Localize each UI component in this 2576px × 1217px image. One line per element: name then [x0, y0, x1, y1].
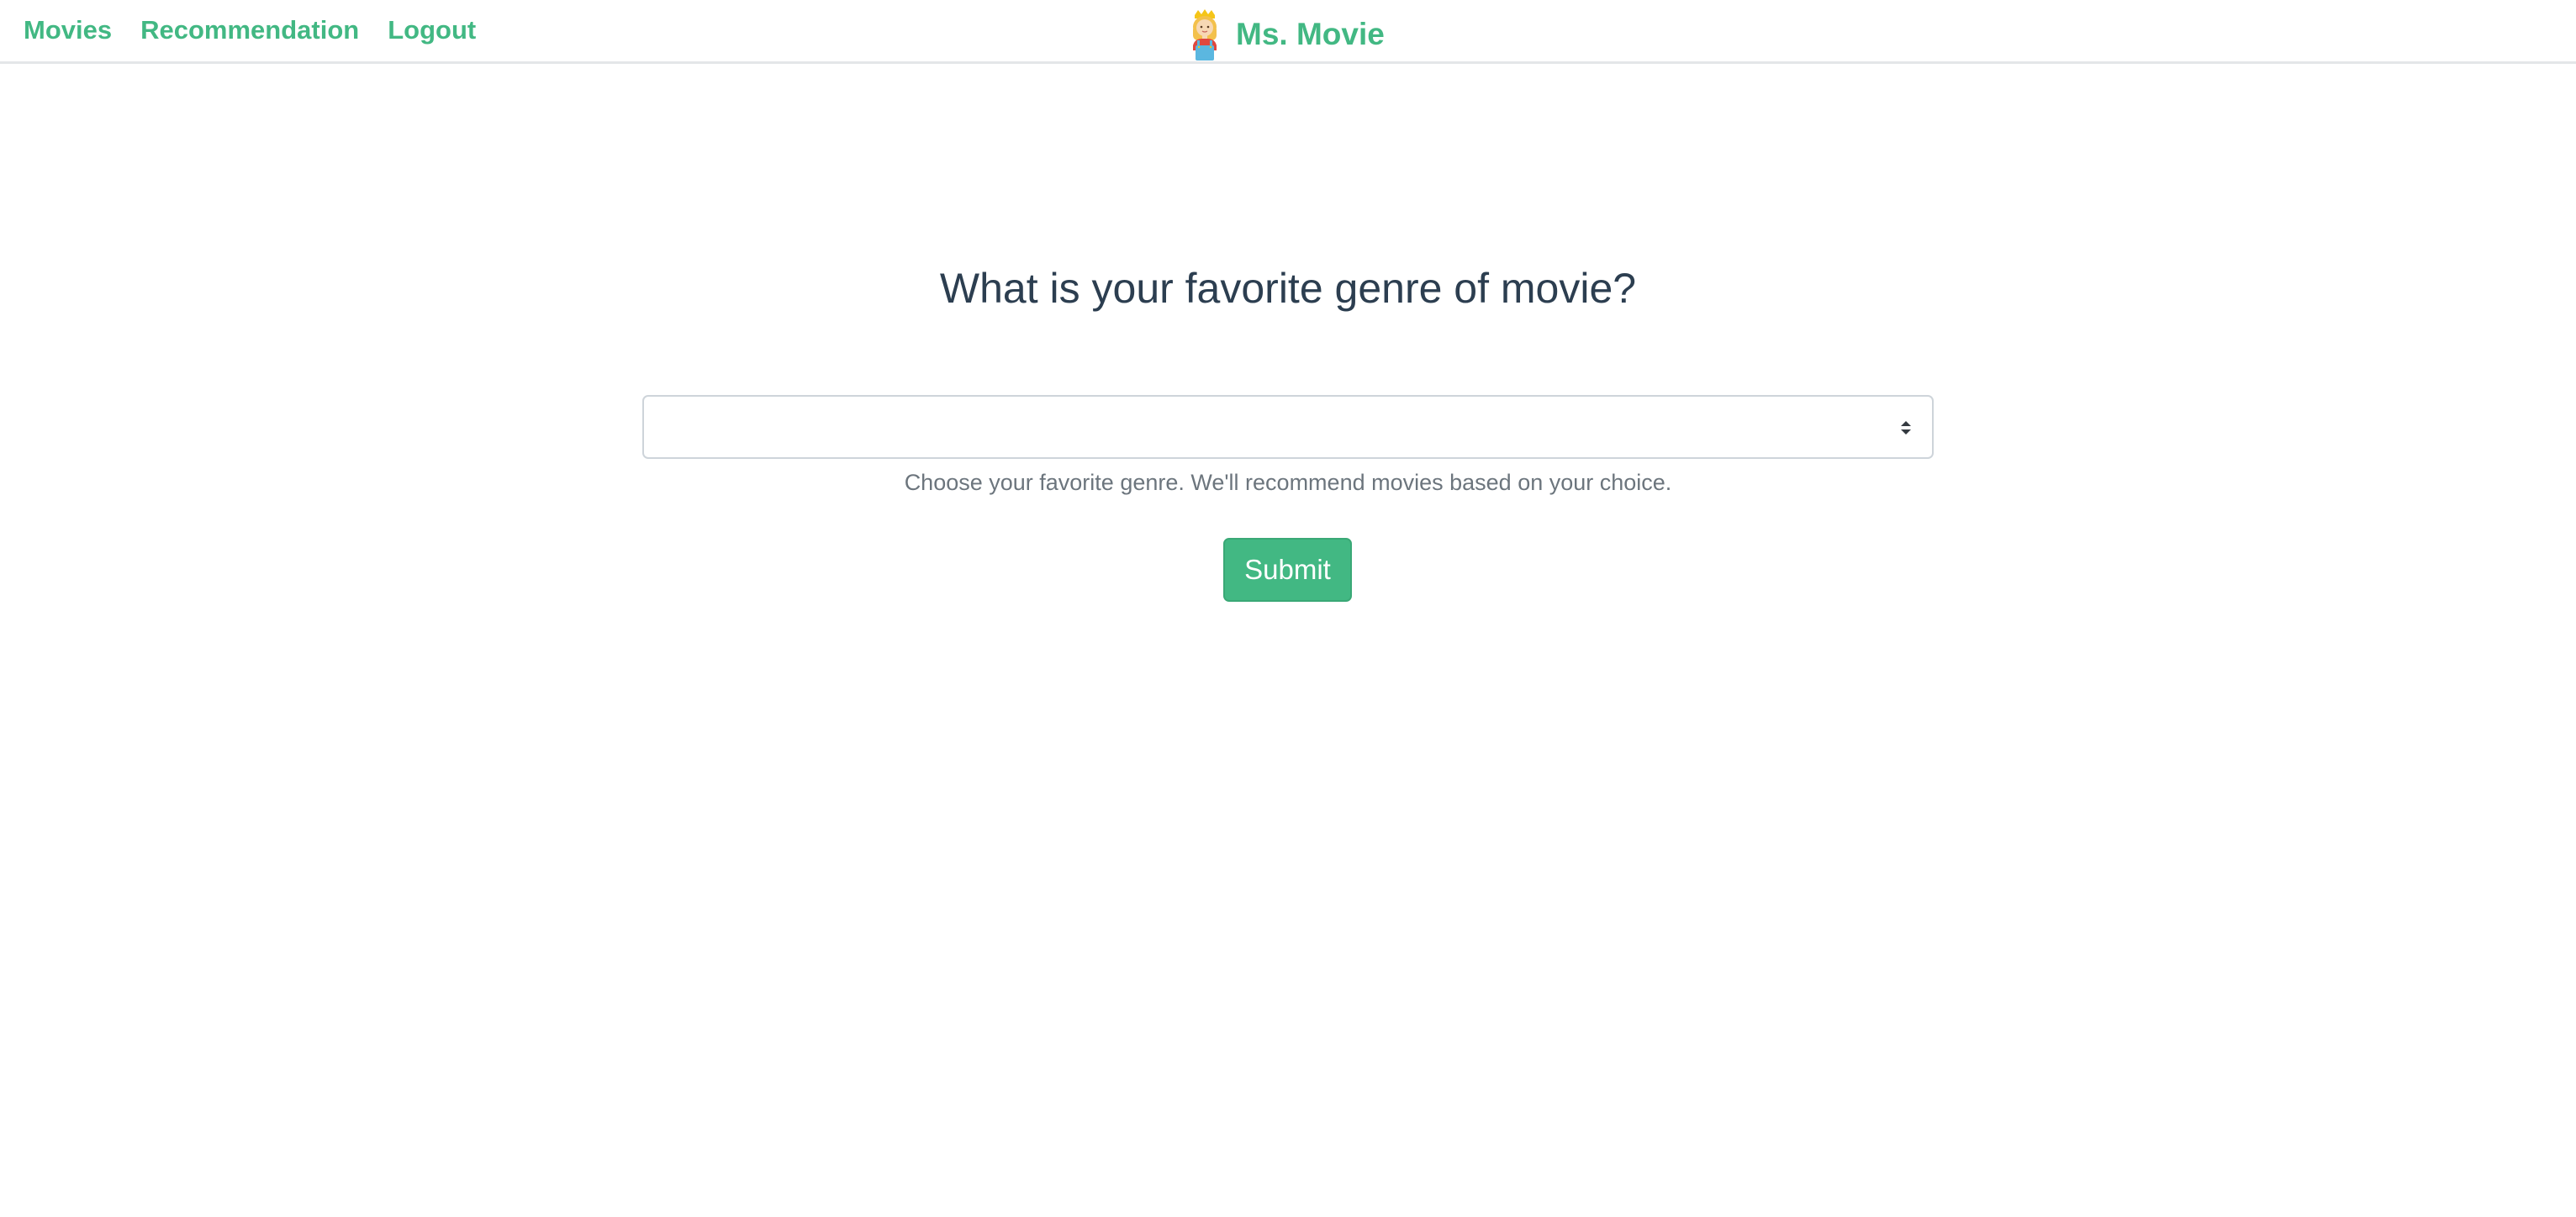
- top-navbar: Movies Recommendation Logout Ms. Movie: [0, 0, 2576, 64]
- nav-link-recommendation[interactable]: Recommendation: [140, 12, 359, 49]
- select-arrows-icon: [1901, 421, 1911, 435]
- nav-link-logout[interactable]: Logout: [388, 12, 476, 49]
- nav-links: Movies Recommendation Logout: [24, 12, 476, 49]
- page-title: What is your favorite genre of movie?: [939, 265, 1637, 312]
- brand-name: Ms. Movie: [1236, 17, 1385, 51]
- nav-link-movies[interactable]: Movies: [24, 12, 112, 49]
- brand[interactable]: Ms. Movie: [1185, 8, 1385, 61]
- submit-button[interactable]: Submit: [1223, 538, 1352, 602]
- genre-help-text: Choose your favorite genre. We'll recomm…: [904, 470, 1672, 495]
- genre-select[interactable]: [642, 395, 1934, 459]
- woman-avatar-icon: [1193, 9, 1217, 61]
